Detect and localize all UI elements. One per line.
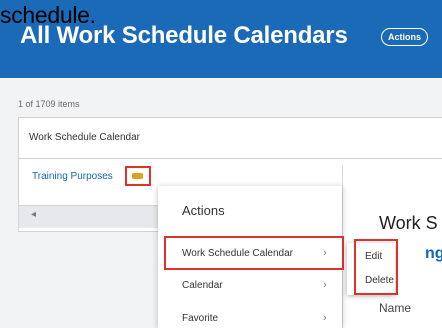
scroll-left-icon[interactable]: ◂ — [31, 209, 36, 220]
actions-menu-heading: Actions — [182, 203, 225, 218]
name-label: Name — [379, 301, 412, 315]
related-actions-button[interactable] — [125, 166, 151, 186]
submenu-item-edit[interactable]: Edit — [365, 251, 382, 262]
table-header: Work Schedule Calendar — [19, 118, 442, 159]
overlay-caption: schedule. — [0, 2, 96, 28]
actions-button[interactable]: Actions — [381, 28, 429, 46]
horizontal-scrollbar[interactable]: ◂ — [19, 205, 158, 228]
column-header-work-schedule-calendar[interactable]: Work Schedule Calendar — [29, 132, 140, 143]
detail-title: Work S — [379, 213, 438, 233]
menu-item-work-schedule-calendar[interactable]: Work Schedule Calendar — [182, 248, 293, 259]
table-row-link[interactable]: Training Purposes — [32, 171, 113, 182]
item-count: 1 of 1709 items — [18, 99, 80, 109]
detail-link-fragment[interactable]: ng — [425, 245, 442, 263]
chevron-right-icon: › — [323, 247, 327, 259]
submenu-item-delete[interactable]: Delete — [365, 275, 394, 286]
chevron-right-icon: › — [323, 279, 327, 291]
menu-item-calendar[interactable]: Calendar — [182, 280, 223, 291]
menu-item-favorite[interactable]: Favorite — [182, 313, 218, 324]
chevron-right-icon: › — [323, 312, 327, 324]
highlight-edit-delete — [354, 239, 398, 295]
more-icon — [132, 173, 143, 179]
